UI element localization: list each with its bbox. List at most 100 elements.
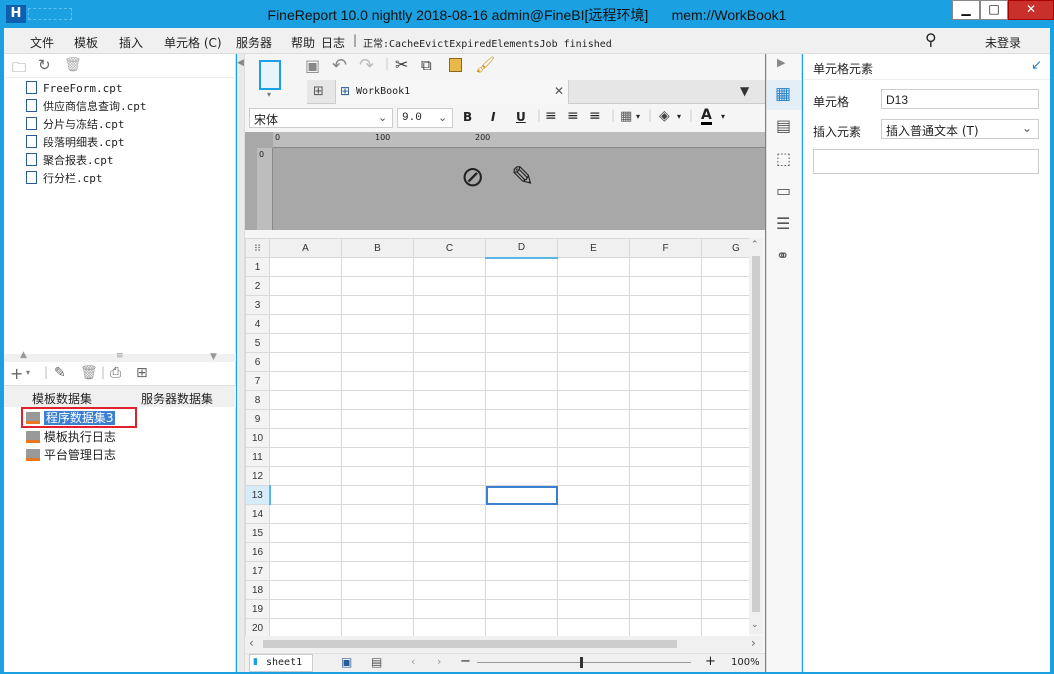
grid-cell[interactable] (413, 428, 486, 448)
select-all-corner[interactable]: ⁝⁝ (245, 238, 270, 258)
grid-cell[interactable] (341, 314, 414, 334)
collapse-down-icon[interactable]: ▼ (210, 352, 217, 362)
dataset-item[interactable]: 平台管理日志 (26, 446, 116, 464)
grid-cell[interactable] (629, 352, 702, 372)
vertical-scrollbar[interactable]: ⌃ ⌄ (749, 238, 763, 634)
scroll-left-icon[interactable]: ‹ (249, 636, 254, 650)
grid-cell[interactable] (269, 314, 342, 334)
grid-cell[interactable] (341, 504, 414, 524)
prev-sheet-icon[interactable]: ‹ (411, 655, 415, 668)
grid-cell[interactable] (701, 257, 749, 277)
grid-cell[interactable] (341, 561, 414, 581)
file-item[interactable]: 聚合报表.cpt (26, 152, 114, 170)
grid-cell[interactable] (629, 390, 702, 410)
grid-cell[interactable] (269, 352, 342, 372)
grid-cell[interactable] (341, 409, 414, 429)
grid-cell[interactable] (701, 390, 749, 410)
hyperlink-icon[interactable]: ⚭ (776, 246, 789, 265)
grid-cell[interactable] (341, 485, 414, 505)
undo-icon[interactable]: ↶ (332, 55, 347, 76)
delete-icon[interactable]: 🗑 (64, 57, 82, 73)
grid-cell[interactable] (341, 257, 414, 277)
menu-file[interactable]: 文件 (30, 34, 54, 51)
zoom-slider-handle[interactable] (580, 657, 583, 668)
grid-cell[interactable] (485, 542, 558, 562)
grid-cell[interactable] (485, 295, 558, 315)
grid-cell[interactable] (629, 466, 702, 486)
row-header[interactable]: 3 (245, 295, 270, 315)
copy-icon[interactable]: ⧉ (421, 56, 432, 74)
row-header[interactable]: 18 (245, 580, 270, 600)
hide-eye-icon[interactable]: ⊘ (461, 160, 484, 193)
element-content-field[interactable] (813, 149, 1039, 174)
grid-cell[interactable] (413, 580, 486, 600)
grid-cell[interactable] (557, 523, 630, 543)
login-link[interactable]: 未登录 (985, 34, 1021, 51)
expand-icon[interactable]: ↙ (1031, 58, 1042, 73)
collapse-up-icon[interactable]: ▲ (20, 350, 27, 360)
grid-cell[interactable] (485, 599, 558, 619)
row-header[interactable]: 16 (245, 542, 270, 562)
row-header[interactable]: 15 (245, 523, 270, 543)
sheet-tab[interactable]: ▮ sheet1 (249, 654, 313, 672)
grid-cell[interactable] (701, 599, 749, 619)
grid-cell[interactable] (269, 447, 342, 467)
menu-server[interactable]: 服务器 (236, 34, 272, 51)
align-center-icon[interactable]: ≡ (567, 108, 579, 124)
grid-cell[interactable] (629, 276, 702, 296)
grid-cell[interactable] (341, 618, 414, 638)
grid-cell[interactable] (701, 352, 749, 372)
grid-cell[interactable] (485, 390, 558, 410)
grid-cell[interactable] (269, 561, 342, 581)
zoom-slider[interactable] (477, 662, 691, 663)
grid-cell[interactable] (629, 561, 702, 581)
grid-cell[interactable] (557, 276, 630, 296)
spreadsheet-grid[interactable]: ⁝⁝ A B C D E F G 1 2 3 4 5 6 7 8 9 10 11 12 13 14 15 16… (245, 238, 749, 638)
condition-icon[interactable]: ☰ (776, 214, 790, 233)
column-header[interactable]: A (269, 238, 342, 258)
align-left-icon[interactable]: ≡ (545, 108, 557, 124)
grid-cell[interactable] (557, 371, 630, 391)
next-sheet-icon[interactable]: › (437, 655, 441, 668)
grid-cell[interactable] (413, 409, 486, 429)
row-header[interactable]: 7 (245, 371, 270, 391)
grid-cell[interactable] (701, 333, 749, 353)
left-collapse-bar[interactable]: ◀ (237, 54, 245, 672)
search-icon[interactable]: ⚲ (925, 30, 937, 49)
grid-cell[interactable] (341, 371, 414, 391)
font-size-select[interactable]: 9.0 ⌄ (397, 108, 453, 128)
scroll-right-icon[interactable]: › (751, 636, 756, 650)
grid-cell[interactable] (341, 580, 414, 600)
close-tab-icon[interactable]: ✕ (554, 84, 564, 98)
drag-handle-icon[interactable]: ≡ (116, 351, 124, 361)
grid-cell[interactable] (701, 314, 749, 334)
grid-cell[interactable] (629, 618, 702, 638)
cell-attribute-icon[interactable]: ▤ (776, 116, 791, 135)
hscrollbar-thumb[interactable] (263, 640, 677, 648)
column-header[interactable]: D (485, 238, 558, 259)
grid-cell[interactable] (341, 276, 414, 296)
selected-cell[interactable] (485, 485, 558, 505)
row-header[interactable]: 20 (245, 618, 270, 638)
column-header[interactable]: C (413, 238, 486, 258)
dataset-item[interactable]: 模板执行日志 (26, 428, 116, 446)
open-folder-icon[interactable]: 🗀 (12, 57, 26, 81)
grid-cell[interactable] (629, 580, 702, 600)
grid-cell[interactable] (629, 409, 702, 429)
fill-dropdown-icon[interactable]: ▾ (677, 112, 681, 121)
grid-cell[interactable] (557, 409, 630, 429)
grid-cell[interactable] (269, 504, 342, 524)
grid-cell[interactable] (485, 618, 558, 638)
file-item[interactable]: FreeForm.cpt (26, 80, 122, 98)
grid-cell[interactable] (413, 466, 486, 486)
minimize-button[interactable]: ▁ (952, 0, 980, 20)
grid-cell[interactable] (701, 466, 749, 486)
grid-view-icon[interactable]: ⊞ (313, 84, 324, 99)
add-report-sheet-icon[interactable]: ▣ (341, 655, 352, 669)
menu-cell[interactable]: 单元格 (C) (164, 34, 222, 51)
menu-help[interactable]: 帮助 (291, 34, 315, 51)
widget-icon[interactable]: ▭ (776, 181, 791, 200)
maximize-button[interactable]: □ (980, 0, 1008, 20)
grid-cell[interactable] (485, 447, 558, 467)
grid-cell[interactable] (701, 276, 749, 296)
